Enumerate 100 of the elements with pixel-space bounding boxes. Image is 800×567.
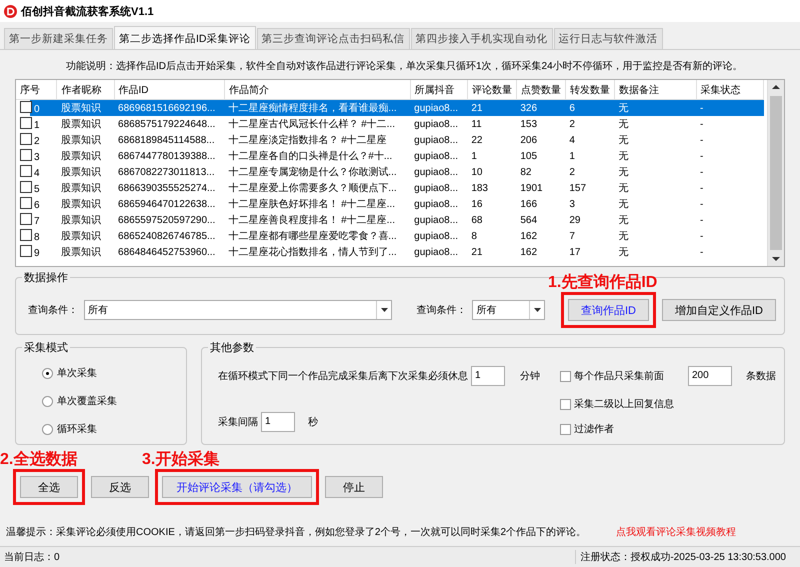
table-cell: 6865597520597290... <box>118 214 216 226</box>
dropdown-arrow-icon[interactable] <box>380 308 388 312</box>
table-cell: 157 <box>569 182 586 194</box>
tutorial-link[interactable]: 点我观看评论采集视频教程 <box>616 525 736 539</box>
table-cell: 5 <box>34 184 40 195</box>
checkbox[interactable] <box>20 229 32 241</box>
table-cell: - <box>700 134 704 146</box>
table-cell: 21 <box>471 246 482 258</box>
tip-text: 温馨提示：采集评论必须使用COOKIE，请返回第一步扫码登录抖音，例如您登录了2个号，一次就可以同时采集2个作品下的评论。 <box>6 526 586 539</box>
table-cell: 6869681516692196... <box>118 102 216 114</box>
tab[interactable]: 第四步接入手机实现自动化 <box>410 28 552 49</box>
table-cell: 6865240826746785... <box>118 230 216 242</box>
window-title: 佰创抖音截流获客系统V1.1 <box>21 4 154 18</box>
rest-input-field[interactable]: 1 <box>471 366 505 386</box>
table-cell: 无 <box>618 103 628 114</box>
checkbox[interactable] <box>20 149 32 161</box>
log-status: 当前日志：0 <box>3 550 61 564</box>
query-button[interactable]: 查询作品ID <box>568 299 649 321</box>
table-cell: gupiao8... <box>414 182 458 194</box>
option-checkbox[interactable]: 采集二级以上回复信息 <box>560 397 674 411</box>
table-cell: 8 <box>471 230 477 242</box>
table-cell: 105 <box>520 150 538 162</box>
scrollbar[interactable] <box>767 80 784 266</box>
table-cell: 6867082273011813... <box>118 166 215 178</box>
table-cell: 22 <box>471 134 482 146</box>
interval-input-field[interactable]: 1 <box>261 412 295 432</box>
filter-dropdown[interactable]: 所有 <box>84 300 392 320</box>
limit-input-field[interactable]: 200 <box>688 366 732 386</box>
table-cell: 股票知识 <box>60 199 101 210</box>
table-cell: 166 <box>520 198 538 210</box>
table-cell: - <box>700 198 704 210</box>
option-checkbox[interactable]: 过滤作者 <box>560 422 614 436</box>
table-cell: 股票知识 <box>60 183 101 194</box>
filter-label: 查询条件： <box>416 304 466 317</box>
radio-option[interactable]: 循环采集 <box>24 422 178 436</box>
table-cell: 十二星座肤色好坏排名！ #十二星座... <box>228 199 395 210</box>
table-cell: 162 <box>520 246 538 258</box>
table-cell: 股票知识 <box>60 231 101 242</box>
table-cell: 7 <box>569 230 575 242</box>
table-cell: 6 <box>34 200 40 211</box>
checkbox[interactable] <box>20 245 32 257</box>
table-cell: 6867447780139388... <box>118 150 216 162</box>
table-cell: 股票知识 <box>60 151 101 162</box>
table-cell: 6865946470122638... <box>118 198 216 210</box>
radio-option[interactable]: 单次覆盖采集 <box>24 394 178 408</box>
tab[interactable]: 运行日志与软件激活 <box>554 28 662 49</box>
rest-label: 在循环模式下同一个作品完成采集后离下次采集必须休息 <box>218 370 468 383</box>
table-cell: 无 <box>618 119 628 130</box>
table-cell: gupiao8... <box>414 102 458 114</box>
checkbox[interactable] <box>20 181 32 193</box>
table-cell: 11 <box>471 118 482 130</box>
table-cell: 无 <box>618 231 628 242</box>
table-cell: gupiao8... <box>414 214 458 226</box>
table-cell: - <box>700 102 704 114</box>
group-title: 数据操作 <box>22 270 70 285</box>
checkbox[interactable] <box>20 197 32 209</box>
table-cell: 6868189845114588... <box>118 134 215 146</box>
add-button[interactable]: 增加自定义作品ID <box>662 299 776 321</box>
table-cell: 十二星座专属宠物是什么？你敢测试... <box>228 167 397 178</box>
table-cell: 十二星座善良程度排名！ #十二星座... <box>228 215 395 226</box>
table-cell: - <box>700 246 704 258</box>
table-cell: gupiao8... <box>414 246 458 258</box>
annotation-label: 3.开始采集 <box>142 449 220 470</box>
annotation-label: 1.先查询作品ID <box>548 272 658 293</box>
invert-selection-button[interactable]: 反选 <box>91 476 149 498</box>
tab[interactable]: 第三步查询评论点击扫码私信 <box>256 28 410 49</box>
checkbox[interactable] <box>20 133 32 145</box>
table-cell: 无 <box>618 215 628 226</box>
checkbox[interactable] <box>20 101 32 113</box>
table-cell: 17 <box>569 246 580 258</box>
table-cell: 82 <box>520 166 532 178</box>
table-cell: 183 <box>471 182 488 194</box>
radio-option[interactable]: 单次采集 <box>24 366 178 380</box>
table-cell: 无 <box>618 183 628 194</box>
table-cell: 21 <box>471 102 482 114</box>
table-cell: 股票知识 <box>60 135 101 146</box>
table-cell: 3 <box>569 198 575 210</box>
checkbox[interactable] <box>20 213 32 225</box>
unit-label: 秒 <box>308 416 318 429</box>
table-cell: 2 <box>569 166 575 178</box>
stop-button[interactable]: 停止 <box>325 476 383 498</box>
tab[interactable]: 第一步新建采集任务 <box>4 28 113 49</box>
checkbox[interactable] <box>20 165 32 177</box>
registration-status: 注册状态：授权成功-2025-03-25 13:30:53.000 <box>575 550 800 564</box>
table-cell: 10 <box>471 166 482 178</box>
group-title: 其他参数 <box>208 340 256 355</box>
dropdown-arrow-icon[interactable] <box>534 308 541 312</box>
select-all-button[interactable]: 全选 <box>20 476 78 498</box>
filter-dropdown[interactable]: 所有 <box>472 300 546 320</box>
table-cell: 十二星座痴情程度排名，看看谁最痴... <box>228 103 397 114</box>
table-cell: gupiao8... <box>414 230 458 242</box>
checkbox[interactable] <box>20 117 32 129</box>
option-checkbox[interactable]: 每个作品只采集前面 <box>560 369 664 383</box>
table-cell: 无 <box>618 247 628 258</box>
start-collection-button[interactable]: 开始评论采集（请勾选） <box>162 476 312 498</box>
tab[interactable]: 第二步选择作品ID采集评论 <box>114 26 256 49</box>
unit-label: 条数据 <box>746 370 776 383</box>
table-cell: 1 <box>34 120 40 131</box>
app-logo-icon <box>4 4 17 18</box>
table-cell: 十二星座各自的口头禅是什么？#十... <box>228 151 392 162</box>
